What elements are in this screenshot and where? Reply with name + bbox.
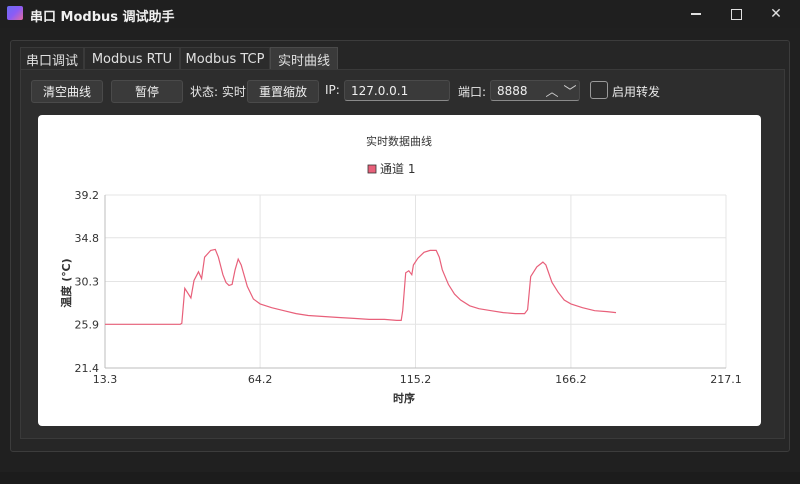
enable-forward-checkbox[interactable]: [590, 81, 608, 99]
status-label: 状态: 实时: [190, 85, 246, 99]
tab-realtime-curve[interactable]: 实时曲线: [270, 47, 338, 70]
status-strip: [0, 472, 800, 484]
line-chart: 实时数据曲线 通道 1 39.234.830.325.921.4 13.3 64.…: [59, 134, 742, 405]
minimize-button[interactable]: [676, 0, 716, 28]
close-icon: ✕: [770, 6, 782, 22]
y-tick-label: 25.9: [75, 318, 100, 331]
pause-button[interactable]: 暂停: [111, 80, 183, 103]
title-bar: 串口 Modbus 调试助手 ✕: [0, 0, 800, 28]
x-tick-label: 64.2: [248, 373, 273, 386]
port-label: 端口:: [458, 85, 487, 99]
tab-modbus-rtu[interactable]: Modbus RTU: [84, 47, 180, 70]
maximize-button[interactable]: [716, 0, 756, 28]
grid-lines: [104, 194, 727, 369]
y-tick-labels: 39.234.830.325.921.4: [75, 189, 100, 375]
reset-zoom-button[interactable]: 重置缩放: [247, 80, 319, 103]
chart-container: 实时数据曲线 通道 1 39.2 34.8 30.3 25.9 21.4 13.3 64.…: [38, 115, 761, 426]
ip-label: IP:: [325, 83, 340, 97]
x-tick-label: 166.2: [555, 373, 587, 386]
tab-modbus-tcp[interactable]: Modbus TCP: [180, 47, 270, 70]
y-tick-label: 34.8: [75, 232, 100, 245]
enable-forward-label: 启用转发: [612, 85, 661, 99]
close-button[interactable]: ✕: [756, 0, 796, 28]
x-tick-labels: 13.3 64.2 115.2 166.2 217.1: [93, 373, 742, 386]
y-axis-label: 温度 (℃): [59, 258, 73, 307]
minimize-icon: [691, 13, 701, 15]
chevron-up-icon[interactable]: ︿: [545, 81, 558, 100]
ip-input[interactable]: 127.0.0.1: [344, 80, 450, 101]
chevron-down-icon[interactable]: ﹀: [563, 81, 576, 100]
maximize-icon: [730, 8, 742, 20]
app-icon: [7, 6, 23, 20]
tab-serial-debug[interactable]: 串口调试: [20, 47, 84, 70]
x-tick-label: 13.3: [93, 373, 118, 386]
y-tick-label: 30.3: [75, 276, 100, 289]
legend-label: 通道 1: [380, 162, 415, 176]
clear-curve-button[interactable]: 清空曲线: [31, 80, 103, 103]
series-line-channel-1: [105, 248, 617, 325]
y-tick-label: 39.2: [75, 189, 100, 202]
chart-title: 实时数据曲线: [366, 134, 432, 148]
port-spin-arrows[interactable]: ︿ ﹀: [543, 80, 579, 101]
x-tick-label: 217.1: [710, 373, 742, 386]
x-tick-label: 115.2: [400, 373, 432, 386]
window-title: 串口 Modbus 调试助手: [30, 10, 175, 25]
x-axis-label: 时序: [393, 391, 415, 405]
legend-swatch: [367, 164, 377, 174]
